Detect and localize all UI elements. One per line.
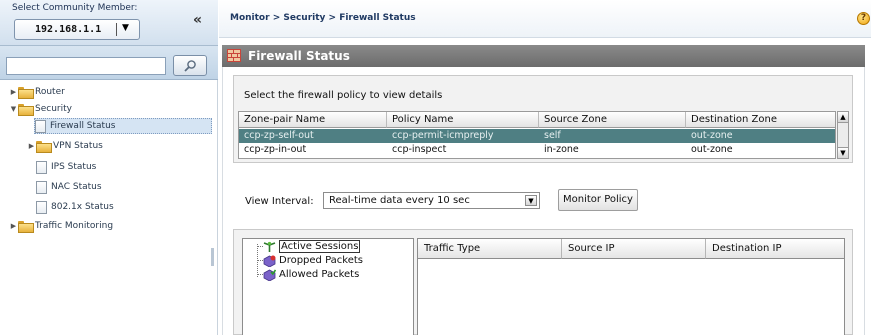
folder-icon [18,221,34,233]
tree-item-security[interactable]: ▼ Security [9,101,72,117]
expand-arrow-icon[interactable]: ▶ [9,222,18,230]
tree-item-ips-status[interactable]: IPS Status [36,159,96,175]
tree-item-label: Allowed Packets [279,269,360,280]
scroll-down-icon[interactable]: ▼ [838,147,848,158]
tree-item-label: Firewall Status [50,121,116,131]
table-cell: out-zone [691,144,733,155]
firewall-icon [227,49,241,62]
page-title-bar: Firewall Status [222,45,865,67]
folder-icon [18,104,34,116]
search-bar [0,46,218,80]
page-icon [36,200,47,214]
column-header-traffic-type[interactable]: Traffic Type [418,239,562,259]
expand-arrow-icon[interactable]: ▶ [27,142,36,150]
search-button[interactable] [173,55,207,76]
left-navigation-panel: Select Community Member: 192.168.1.1 ▼ «… [0,0,218,335]
expand-arrow-icon[interactable]: ▶ [9,88,18,96]
page-title: Firewall Status [248,49,350,63]
page-icon [35,119,46,133]
tree-item-router[interactable]: ▶ Router [9,84,65,100]
table-cell: ccp-permit-icmpreply [392,130,494,141]
tree-item-label: IPS Status [51,162,97,172]
tree-item-label: Traffic Monitoring [35,221,114,231]
table-row[interactable]: ccp-zp-in-out ccp-inspect in-zone out-zo… [239,143,835,157]
policy-caption: Select the firewall policy to view detai… [244,90,443,101]
policy-selection-panel: Select the firewall policy to view detai… [233,75,853,163]
search-icon [184,59,196,72]
tree-item-label: Dropped Packets [279,255,364,266]
column-header-destination-ip[interactable]: Destination IP [706,239,844,259]
sessions-icon [263,241,276,252]
table-row[interactable]: ccp-zp-self-out ccp-permit-icmpreply sel… [239,129,835,143]
view-interval-value: Real-time data every 10 sec [329,195,470,206]
tree-item-8021x-status[interactable]: 802.1x Status [36,199,114,215]
view-interval-label: View Interval: [245,196,314,207]
table-cell: in-zone [544,144,579,155]
tree-item-allowed-packets[interactable]: Allowed Packets [263,268,359,281]
traffic-details-panel: Active Sessions Dropped Packets Allowed … [233,229,853,335]
breadcrumb: Monitor > Security > Firewall Status [230,13,416,23]
tree-item-active-sessions[interactable]: Active Sessions [263,240,361,253]
table-cell: self [544,130,561,141]
column-header-zone-pair[interactable]: Zone-pair Name [239,112,387,128]
table-cell: ccp-inspect [392,144,447,155]
tree-item-label: Security [35,104,72,114]
page-icon [36,180,47,194]
tree-item-label: NAC Status [51,182,102,192]
help-icon[interactable]: ? [857,12,870,25]
monitor-policy-button[interactable]: Monitor Policy [558,189,638,211]
dropdown-separator [116,23,117,36]
main-content: Select the firewall policy to view detai… [222,67,865,335]
community-member-selector: Select Community Member: 192.168.1.1 ▼ « [0,0,218,46]
folder-icon [18,87,34,99]
tree-item-dropped-packets[interactable]: Dropped Packets [263,254,363,267]
header-bar: Monitor > Security > Firewall Status ? [219,0,871,38]
tree-item-vpn-status[interactable]: ▶ VPN Status [27,138,103,154]
folder-icon [36,141,52,153]
tree-item-nac-status[interactable]: NAC Status [36,179,102,195]
table-cell: out-zone [691,130,733,141]
column-header-policy-name[interactable]: Policy Name [387,112,539,128]
community-member-value: 192.168.1.1 [35,24,102,35]
policy-table: Zone-pair Name Policy Name Source Zone D… [238,111,836,159]
column-header-source-zone[interactable]: Source Zone [539,112,686,128]
column-header-source-ip[interactable]: Source IP [562,239,706,259]
collapse-arrow-icon[interactable]: ▼ [9,105,18,113]
table-cell: ccp-zp-self-out [244,130,314,141]
collapse-panel-button[interactable]: « [193,12,202,28]
community-member-dropdown[interactable]: 192.168.1.1 ▼ [14,19,140,40]
tree-item-label: VPN Status [53,141,103,151]
tree-item-label: 802.1x Status [51,202,114,212]
traffic-category-tree: Active Sessions Dropped Packets Allowed … [242,238,414,335]
tree-item-label: Router [35,87,65,97]
table-cell: ccp-zp-in-out [244,144,307,155]
scroll-up-icon[interactable]: ▲ [838,112,848,123]
tree-item-traffic-monitoring[interactable]: ▶ Traffic Monitoring [9,218,113,234]
tree-item-firewall-status[interactable]: Firewall Status [34,118,212,134]
page-icon [36,160,47,174]
allowed-packets-icon [263,269,276,281]
search-input[interactable] [6,57,166,75]
traffic-table: Traffic Type Source IP Destination IP [417,238,845,335]
column-header-destination-zone[interactable]: Destination Zone [686,112,835,128]
chevron-down-icon: ▼ [122,23,129,33]
tree-item-label: Active Sessions [279,240,361,253]
view-interval-dropdown[interactable]: Real-time data every 10 sec ▼ [323,192,540,209]
policy-table-scrollbar[interactable]: ▲ ▼ [837,111,849,159]
dropped-packets-icon [263,255,276,267]
chevron-down-icon: ▼ [525,195,537,206]
community-member-label: Select Community Member: [12,3,138,13]
panel-resize-handle[interactable] [211,248,214,266]
